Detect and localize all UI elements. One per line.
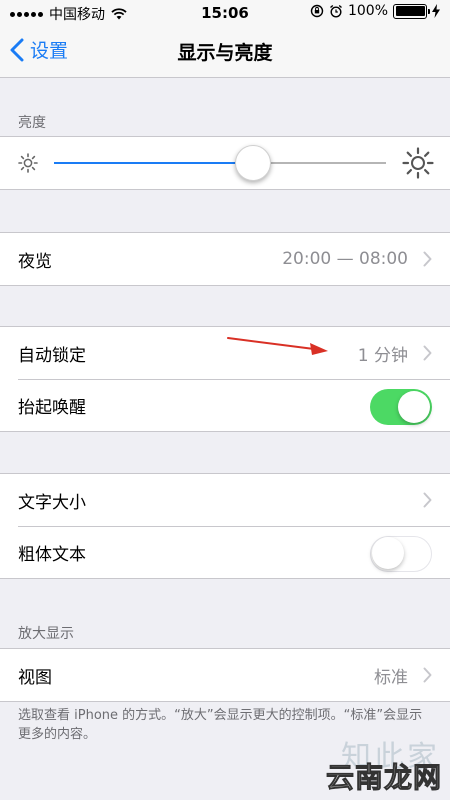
text-group: 文字大小 粗体文本: [0, 473, 450, 579]
auto-lock-label: 自动锁定: [18, 345, 86, 366]
view-label: 视图: [18, 667, 52, 688]
view-row[interactable]: 视图 标准: [0, 649, 450, 701]
raise-to-wake-row: 抬起唤醒: [0, 379, 450, 431]
night-shift-value: 20:00 — 08:00: [282, 249, 408, 269]
section-header-display-zoom: 放大显示: [18, 626, 74, 642]
chevron-right-icon: [423, 667, 432, 683]
charging-bolt-icon: [432, 4, 440, 18]
battery-percent: 100%: [347, 3, 388, 19]
night-shift-row[interactable]: 夜览 20:00 — 08:00: [0, 233, 450, 285]
slider-track-filled[interactable]: [54, 162, 254, 164]
section-header-brightness: 亮度: [18, 115, 46, 131]
sun-small-icon: [18, 153, 38, 173]
battery-fill: [395, 6, 425, 16]
toggle-knob: [372, 537, 404, 569]
auto-lock-row[interactable]: 自动锁定 1 分钟: [0, 327, 450, 379]
annotation-arrow-icon: [227, 337, 328, 355]
nav-bar: 设置 显示与亮度: [0, 26, 450, 78]
watermark-logo: 云南龙网: [325, 761, 442, 795]
status-right: 100%: [310, 3, 440, 19]
bold-text-label: 粗体文本: [18, 544, 86, 565]
chevron-right-icon: [423, 251, 432, 267]
status-bar: 中国移动 15:06 100%: [0, 0, 450, 26]
text-size-row[interactable]: 文字大小: [0, 474, 450, 526]
bold-text-row: 粗体文本: [0, 526, 450, 578]
toggle-knob: [398, 391, 430, 423]
raise-to-wake-toggle[interactable]: [370, 389, 432, 425]
chevron-right-icon: [423, 492, 432, 508]
night-shift-group: 夜览 20:00 — 08:00: [0, 232, 450, 286]
brightness-slider[interactable]: [0, 137, 450, 189]
display-zoom-group: 视图 标准: [0, 648, 450, 702]
sun-large-icon: [402, 147, 434, 179]
text-size-label: 文字大小: [18, 492, 86, 513]
chevron-right-icon: [423, 345, 432, 361]
slider-thumb[interactable]: [235, 145, 272, 181]
brightness-group: [0, 136, 450, 190]
page-title: 显示与亮度: [177, 42, 273, 64]
auto-lock-value: 1 分钟: [357, 345, 408, 366]
slider-track-empty[interactable]: [253, 162, 386, 164]
view-value: 标准: [374, 667, 408, 688]
bold-text-toggle[interactable]: [370, 536, 432, 572]
raise-to-wake-label: 抬起唤醒: [18, 397, 86, 418]
orientation-lock-icon: [310, 4, 324, 18]
lock-group: 自动锁定 1 分钟 抬起唤醒: [0, 326, 450, 432]
alarm-icon: [330, 4, 342, 18]
night-shift-label: 夜览: [18, 251, 52, 272]
battery-icon: [393, 3, 430, 19]
